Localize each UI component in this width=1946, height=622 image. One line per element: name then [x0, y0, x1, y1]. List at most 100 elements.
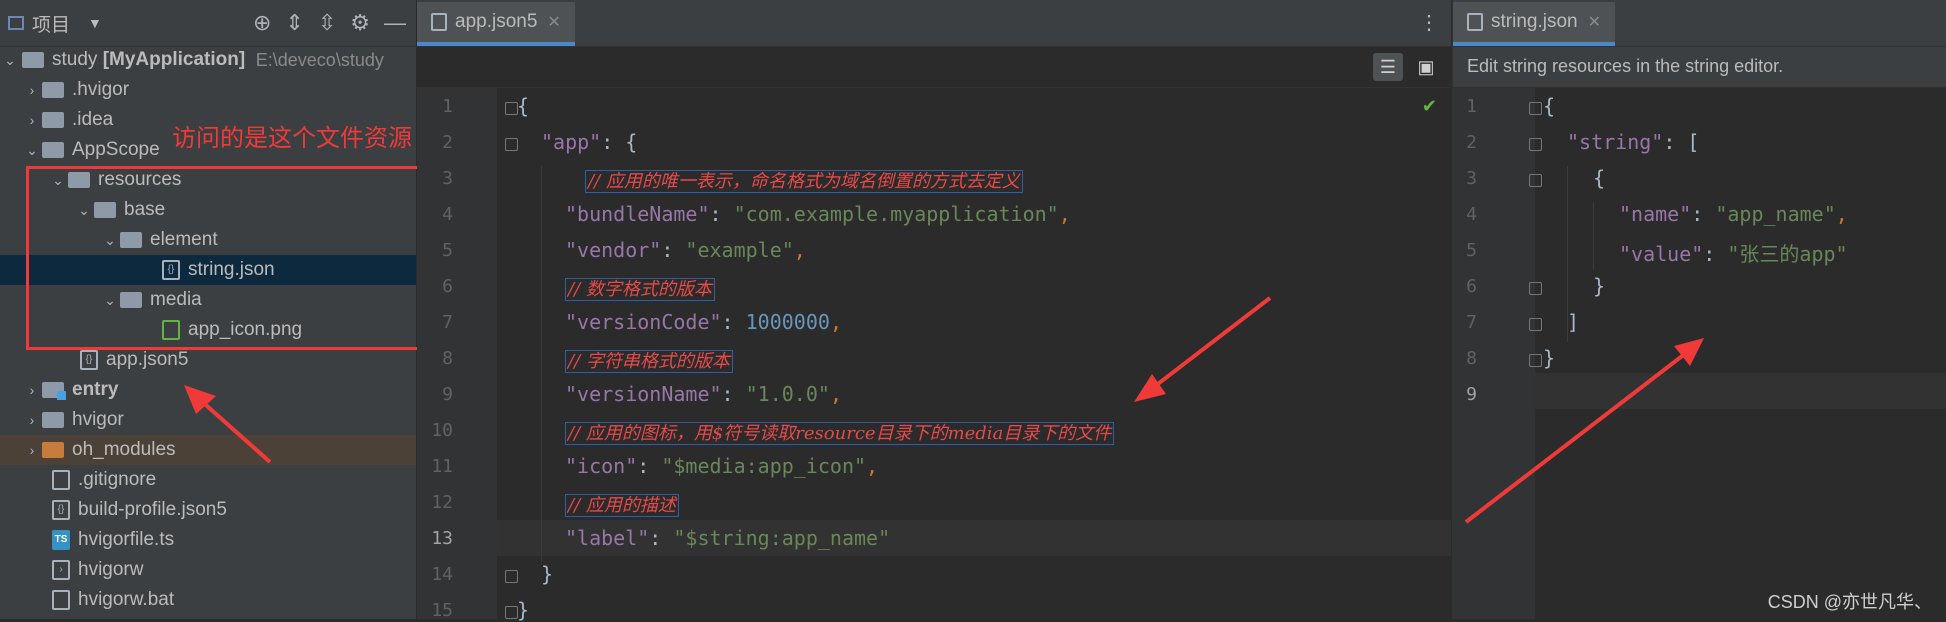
folder-icon — [42, 142, 64, 158]
project-toolbar: 项目 ▼ ⊕ ⇕ ⇳ ⚙ — — [0, 0, 416, 47]
tree-item-hvigorw-bat[interactable]: hvigorw.bat — [0, 585, 416, 615]
line-number: 7 — [1466, 312, 1477, 333]
collapse-all-icon[interactable]: ⇳ — [318, 10, 336, 36]
line-number: 9 — [1466, 384, 1477, 405]
code-line-7: "versionCode": 1000000, — [565, 310, 842, 334]
chevron-down-icon[interactable]: ▼ — [88, 15, 102, 31]
tab-label: app.json5 — [455, 11, 538, 32]
bat-file-icon — [52, 590, 70, 610]
file-icon — [52, 470, 70, 490]
chevron-down-icon[interactable]: ⌄ — [0, 52, 20, 69]
tree-item-hvigor[interactable]: › hvigor — [0, 405, 416, 435]
code-line-6: } — [1593, 274, 1606, 298]
tree-item-label: oh_modules — [72, 439, 176, 460]
code-line-8: // 字符串格式的版本 — [565, 347, 733, 373]
tree-item-label: app.json5 — [106, 349, 189, 370]
line-number: 7 — [442, 312, 453, 333]
editor-app-json5: app.json5 ✕ ⋮ ☰ ▣ ✔ 1 2 3 4 5 6 7 8 9 10… — [417, 0, 1451, 622]
minimize-icon[interactable]: — — [384, 10, 406, 36]
image-view-icon[interactable]: ▣ — [1413, 53, 1439, 81]
chevron-right-icon[interactable]: › — [22, 382, 42, 398]
close-icon[interactable]: ✕ — [547, 12, 560, 32]
tree-item-label: hvigorw.bat — [78, 589, 175, 610]
tree-item-build-profile[interactable]: {} build-profile.json5 — [0, 495, 416, 525]
text-view-icon[interactable]: ☰ — [1373, 53, 1403, 81]
banner-text: Edit string resources in the string edit… — [1467, 56, 1784, 76]
gear-icon[interactable]: ⚙ — [350, 10, 370, 36]
fold-icon[interactable] — [1529, 354, 1542, 367]
code-line-10: // 应用的图标，用$符号读取resource目录下的media目录下的文件 — [565, 419, 1115, 445]
tree-item-label: hvigorfile.ts — [78, 529, 175, 550]
tree-item-label: hvigor — [72, 409, 124, 430]
expand-all-icon[interactable]: ⇕ — [285, 10, 303, 36]
more-options-icon[interactable]: ⋮ — [1419, 10, 1439, 35]
line-number: 1 — [1466, 96, 1477, 117]
tree-item-label: .gitignore — [78, 469, 157, 490]
line-number: 4 — [442, 204, 453, 225]
project-panel: 项目 ▼ ⊕ ⇕ ⇳ ⚙ — ⌄ study [MyApplication] E… — [0, 0, 426, 619]
line-number: 5 — [1466, 240, 1477, 261]
line-number: 12 — [431, 492, 453, 513]
tree-root[interactable]: ⌄ study [MyApplication] E:\deveco\study — [0, 45, 416, 75]
code-line-8: } — [1543, 346, 1556, 370]
chevron-right-icon[interactable]: › — [22, 112, 42, 128]
tree-item-oh-modules[interactable]: › oh_modules — [0, 435, 416, 465]
project-title[interactable]: 项目 — [32, 10, 70, 37]
line-number: 14 — [431, 564, 453, 585]
line-number: 9 — [442, 384, 453, 405]
fold-icon[interactable] — [1529, 174, 1542, 187]
folder-icon — [22, 52, 44, 68]
line-number: 1 — [442, 96, 453, 117]
folder-icon — [42, 112, 64, 128]
line-number: 8 — [1466, 348, 1477, 369]
indent-guide — [541, 166, 542, 562]
tree-item-hvigorfile[interactable]: TS hvigorfile.ts — [0, 525, 416, 555]
close-icon[interactable]: ✕ — [1588, 12, 1601, 32]
code-line-15: } — [517, 598, 530, 622]
tab-app-json5[interactable]: app.json5 ✕ — [417, 2, 575, 46]
fold-icon[interactable] — [505, 138, 518, 151]
json-file-icon: {} — [52, 500, 70, 520]
line-number: 3 — [442, 168, 453, 189]
tab-label: string.json — [1491, 11, 1578, 32]
tree-item-label: .hvigor — [72, 79, 130, 100]
fold-icon[interactable] — [1529, 138, 1542, 151]
line-number: 15 — [431, 600, 453, 621]
code-line-11: "icon": "$media:app_icon", — [565, 454, 879, 478]
editor-tabbar: app.json5 ✕ ⋮ — [417, 0, 1451, 47]
code-line-1: { — [1543, 94, 1556, 118]
line-number: 6 — [442, 276, 453, 297]
code-line-5: "vendor": "example", — [565, 238, 806, 262]
json-file-icon — [1467, 13, 1483, 31]
code-line-12: // 应用的描述 — [565, 491, 679, 517]
locate-icon[interactable]: ⊕ — [253, 10, 271, 36]
line-number: 2 — [442, 132, 453, 153]
code-line-2: "string": [ — [1567, 130, 1700, 154]
code-line-13: "label": "$string:app_name" — [565, 526, 891, 550]
root-path: E:\deveco\study — [255, 49, 384, 70]
indent-guide — [1593, 202, 1594, 270]
tree-item-hvigor-dir[interactable]: › .hvigor — [0, 75, 416, 105]
code-line-4: "name": "app_name", — [1619, 202, 1848, 226]
tree-item-entry[interactable]: › entry — [0, 375, 416, 405]
tab-string-json[interactable]: string.json ✕ — [1453, 2, 1616, 46]
module-folder-icon — [42, 382, 66, 400]
tree-item-hvigorw[interactable]: › hvigorw — [0, 555, 416, 585]
fold-icon[interactable] — [1529, 102, 1542, 115]
line-number: 11 — [431, 456, 453, 477]
fold-icon[interactable] — [1529, 318, 1542, 331]
chevron-right-icon[interactable]: › — [22, 82, 42, 98]
chevron-right-icon[interactable]: › — [22, 412, 42, 428]
code-line-4: "bundleName": "com.example.myapplication… — [565, 202, 1071, 226]
fold-icon[interactable] — [1529, 282, 1542, 295]
chevron-right-icon[interactable]: › — [22, 442, 42, 458]
chevron-down-icon[interactable]: ⌄ — [22, 142, 42, 159]
editor-string-json: string.json ✕ Edit string resources in t… — [1452, 0, 1946, 619]
fold-icon[interactable] — [505, 570, 518, 583]
code-line-6: // 数字格式的版本 — [565, 275, 715, 301]
tree-item-gitignore[interactable]: .gitignore — [0, 465, 416, 495]
line-number: 2 — [1466, 132, 1477, 153]
check-icon: ✔ — [1421, 96, 1437, 116]
excluded-folder-icon — [42, 442, 64, 458]
line-number: 13 — [431, 528, 453, 549]
